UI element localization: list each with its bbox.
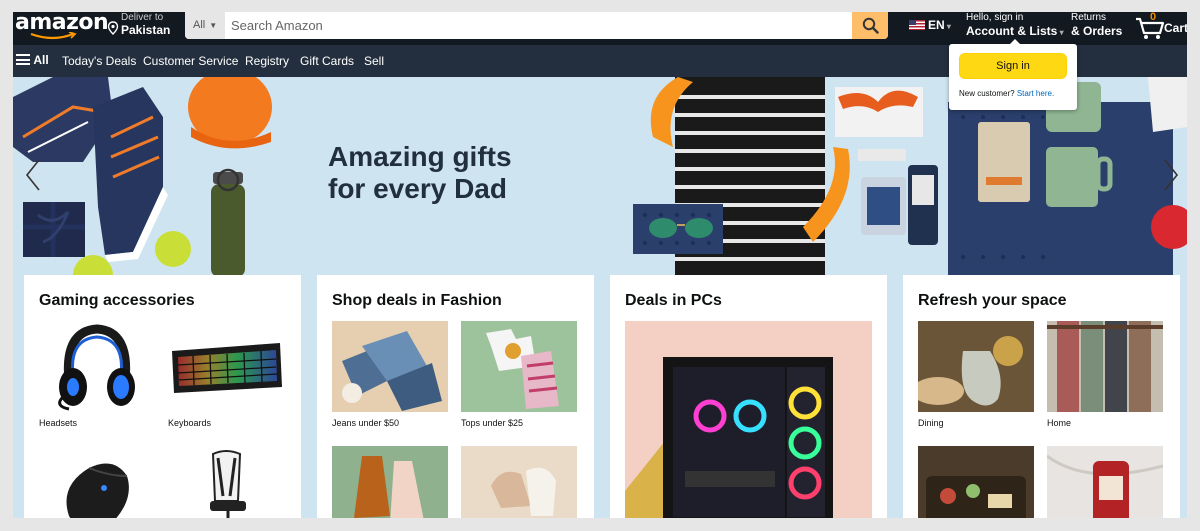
- keyboard-image: [168, 321, 284, 412]
- search-input[interactable]: [225, 12, 845, 39]
- all-menu-label: All: [33, 53, 49, 67]
- hero-title: Amazing gifts for every Dad: [328, 141, 588, 205]
- cart-label: Cart: [1164, 21, 1187, 35]
- tile-keyboards[interactable]: Keyboards: [168, 321, 284, 428]
- nav-gift-cards[interactable]: Gift Cards: [300, 54, 354, 68]
- language-selector[interactable]: EN ▾: [909, 18, 951, 32]
- tile-caption: Headsets: [39, 418, 78, 428]
- nav-registry[interactable]: Registry: [245, 54, 289, 68]
- signin-popover: Sign in New customer? Start here.: [949, 39, 1077, 110]
- new-customer-text: New customer? Start here.: [959, 89, 1054, 98]
- tile-home[interactable]: Home: [1047, 321, 1163, 428]
- tile-jeans[interactable]: Jeans under $50: [332, 321, 448, 428]
- us-flag-icon: [909, 20, 925, 30]
- hamburger-icon: [16, 54, 30, 65]
- shoes-image: [461, 446, 577, 518]
- card-refresh-space: Refresh your space Dining Home: [903, 275, 1180, 518]
- carousel-next-icon[interactable]: [1161, 157, 1181, 193]
- card-title: Shop deals in Fashion: [332, 292, 502, 309]
- nav-customer-service[interactable]: Customer Service: [143, 54, 238, 68]
- gaming-pc-image: [625, 321, 872, 518]
- card-pc-deals: Deals in PCs: [610, 275, 887, 518]
- tile-caption: Home: [1047, 418, 1072, 428]
- search-category-label: All: [193, 19, 206, 31]
- dresses-image: [332, 446, 448, 518]
- tile-headsets[interactable]: Headsets: [39, 321, 155, 428]
- tile-chair[interactable]: [168, 446, 284, 518]
- card-title: Gaming accessories: [39, 292, 195, 309]
- nav-sell[interactable]: Sell: [364, 54, 384, 68]
- tile-kitchen[interactable]: [918, 446, 1034, 518]
- tile-mouse[interactable]: [39, 446, 155, 518]
- language-label: EN: [928, 18, 945, 32]
- tile-shoes[interactable]: [461, 446, 577, 518]
- orders-label: & Orders: [1071, 24, 1123, 38]
- tops-image: [461, 321, 577, 412]
- tile-caption: Dining: [918, 418, 944, 428]
- deliver-country: Pakistan: [121, 23, 171, 37]
- logo-smile-icon: [30, 32, 77, 40]
- cart-count: 0: [1150, 12, 1157, 23]
- tile-dining[interactable]: Dining: [918, 321, 1034, 428]
- caret-down-icon: ▾: [944, 22, 951, 31]
- headset-image: [39, 321, 155, 412]
- kitchen-image: [918, 446, 1034, 518]
- caret-down-icon: ▼: [209, 21, 218, 30]
- tile-gaming-pc[interactable]: [625, 321, 872, 518]
- nav-todays-deals[interactable]: Today's Deals: [62, 54, 136, 68]
- mouse-image: [39, 446, 155, 518]
- dining-image: [918, 321, 1034, 412]
- returns-label: Returns: [1071, 12, 1107, 23]
- tile-caption: Tops under $25: [461, 418, 524, 428]
- tile-caption: Jeans under $50: [332, 418, 400, 428]
- account-label: Account & Lists: [966, 24, 1058, 38]
- tile-caption: Keyboards: [168, 418, 212, 428]
- account-greeting: Hello, sign in: [966, 12, 1024, 23]
- new-customer-label: New customer?: [959, 89, 1015, 98]
- carousel-prev-icon[interactable]: [23, 157, 43, 193]
- account-lists-menu[interactable]: Hello, sign in Account & Lists ▾: [966, 12, 1064, 38]
- card-title: Refresh your space: [918, 292, 1067, 309]
- bath-image: [1047, 446, 1163, 518]
- cart-button[interactable]: 0 Cart: [1135, 12, 1187, 42]
- hero-title-line2: for every Dad: [328, 173, 507, 204]
- deliver-to[interactable]: Deliver to Pakistan: [107, 12, 187, 42]
- jeans-image: [332, 321, 448, 412]
- all-menu-button[interactable]: All: [16, 53, 49, 67]
- tile-bath[interactable]: [1047, 446, 1163, 518]
- search-icon: [862, 17, 879, 34]
- amazon-homepage: amazon Deliver to Pakistan All ▼ Search …: [13, 12, 1187, 518]
- search-button[interactable]: [852, 12, 888, 39]
- home-image: [1047, 321, 1163, 412]
- start-here-link[interactable]: Start here.: [1017, 89, 1054, 98]
- search-bar: All ▼: [185, 12, 888, 39]
- amazon-logo[interactable]: amazon: [15, 12, 109, 40]
- returns-orders[interactable]: Returns & Orders: [1071, 12, 1122, 38]
- tile-tops[interactable]: Tops under $25: [461, 321, 577, 428]
- caret-down-icon: ▾: [1057, 28, 1064, 37]
- search-category-select[interactable]: All ▼: [185, 12, 225, 39]
- gaming-chair-image: [168, 446, 284, 518]
- signin-button[interactable]: Sign in: [959, 53, 1067, 79]
- tile-dresses[interactable]: [332, 446, 448, 518]
- location-pin-icon: [107, 21, 119, 35]
- card-title: Deals in PCs: [625, 292, 722, 309]
- card-gaming-accessories: Gaming accessories Headsets Keyboards: [24, 275, 301, 518]
- card-fashion-deals: Shop deals in Fashion Jeans under $50 To…: [317, 275, 594, 518]
- hero-title-line1: Amazing gifts: [328, 141, 512, 172]
- deliver-label: Deliver to: [121, 12, 164, 23]
